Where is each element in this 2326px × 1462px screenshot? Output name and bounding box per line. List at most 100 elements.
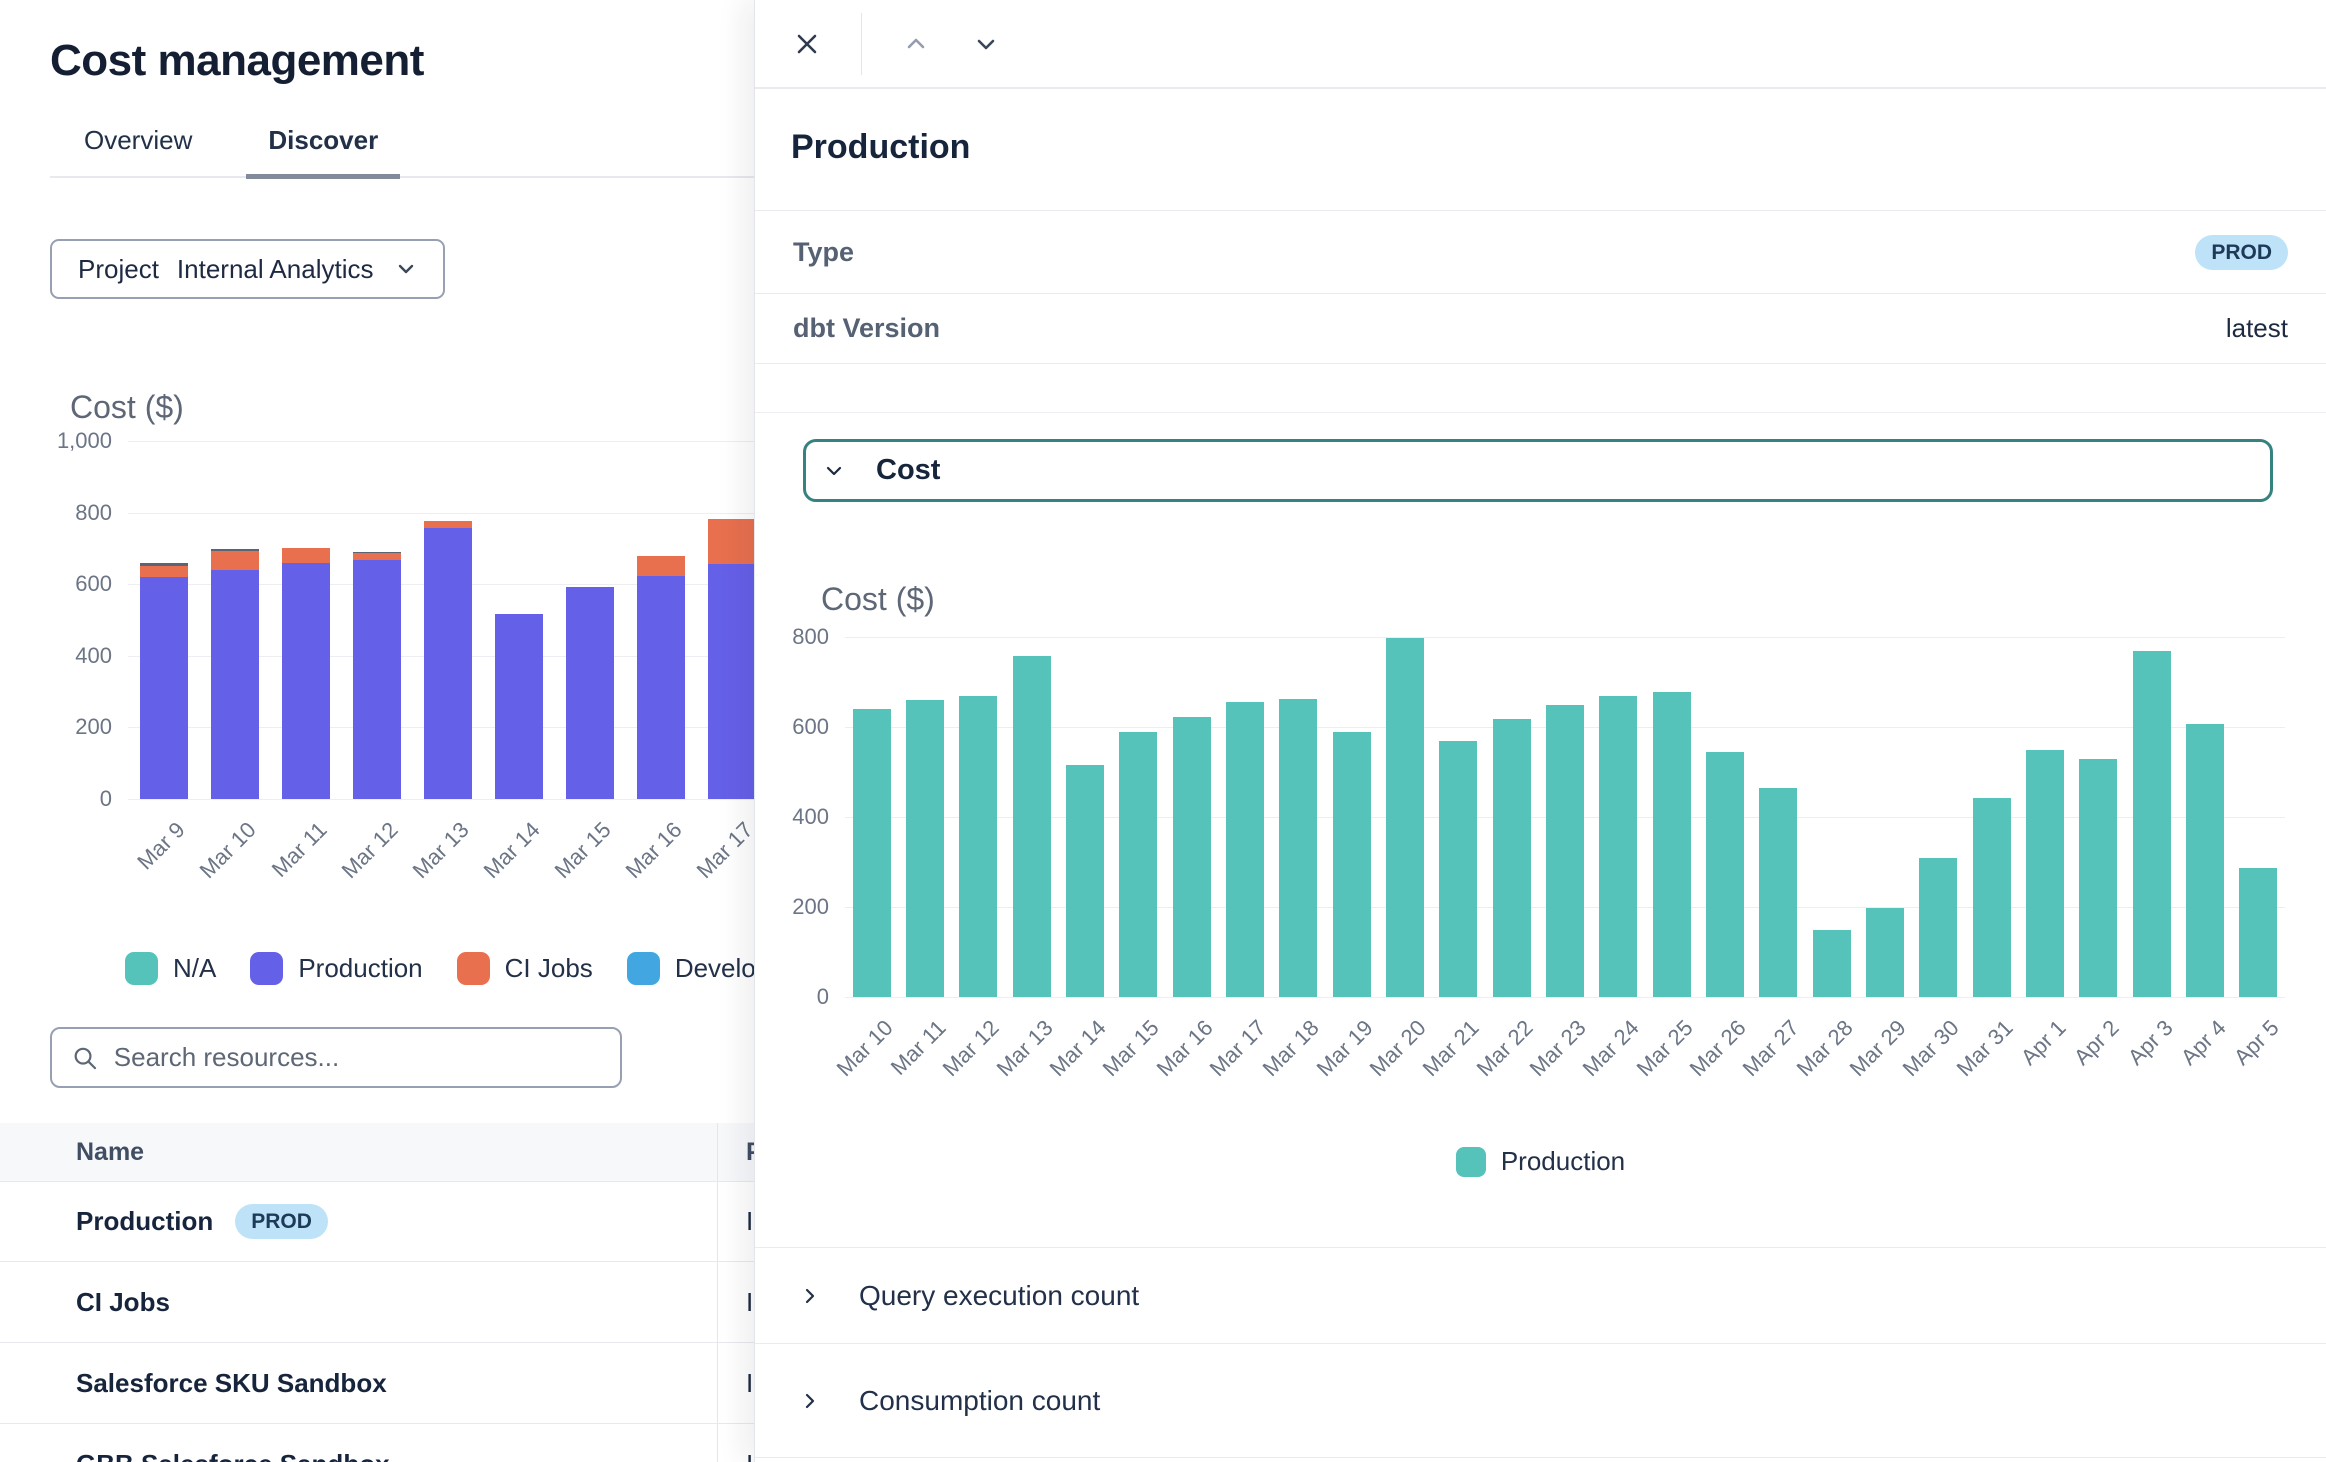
field-label: dbt Version: [793, 313, 940, 344]
cost-management-page: Cost management Overview Discover Projec…: [0, 0, 2326, 1462]
bar-ci-jobs-mar-11[interactable]: [282, 548, 330, 563]
bar-production-mar-28[interactable]: [1813, 930, 1851, 997]
gridline: [845, 637, 2285, 638]
bar-production-mar-12[interactable]: [959, 696, 997, 997]
section-query-execution-count[interactable]: Query execution count: [755, 1248, 2326, 1344]
bar-production-apr-3[interactable]: [2133, 651, 2171, 997]
bar-production-mar-20[interactable]: [1386, 638, 1424, 997]
bar-production-mar-25[interactable]: [1653, 692, 1691, 997]
bar-production-mar-12[interactable]: [353, 560, 401, 799]
bar-production-mar-29[interactable]: [1866, 908, 1904, 997]
y-axis-tick-label: 200: [759, 894, 829, 920]
bar-production-mar-23[interactable]: [1546, 705, 1584, 998]
legend-label: Production: [298, 953, 422, 984]
y-axis-tick-label: 400: [759, 804, 829, 830]
close-icon: [791, 28, 823, 60]
section-consumption-count[interactable]: Consumption count: [755, 1344, 2326, 1458]
bar-production-mar-11[interactable]: [906, 700, 944, 997]
tab-bar: Overview Discover: [50, 128, 756, 178]
bar-production-mar-16[interactable]: [637, 576, 685, 799]
chevron-down-icon: [395, 258, 417, 280]
legend-swatch: [1456, 1147, 1486, 1177]
bar-production-mar-15[interactable]: [566, 587, 614, 799]
bar-production-apr-1[interactable]: [2026, 750, 2064, 997]
section-label: Consumption count: [859, 1385, 1100, 1417]
next-item-button[interactable]: [964, 22, 1008, 66]
y-axis-tick-label: 600: [759, 714, 829, 740]
bar-production-mar-10[interactable]: [211, 570, 259, 799]
bar-production-mar-27[interactable]: [1759, 788, 1797, 997]
y-axis-tick-label: 800: [12, 500, 112, 526]
bar-production-apr-4[interactable]: [2186, 724, 2224, 997]
bar-production-mar-15[interactable]: [1119, 732, 1157, 998]
bar-production-mar-16[interactable]: [1173, 717, 1211, 997]
y-axis-tick-label: 800: [759, 624, 829, 650]
bar-production-mar-31[interactable]: [1973, 798, 2011, 997]
bar-production-mar-14[interactable]: [495, 614, 543, 799]
y-axis-tick-label: 0: [759, 984, 829, 1010]
bar-production-mar-22[interactable]: [1493, 719, 1531, 997]
bar-ci-jobs-mar-13[interactable]: [424, 521, 472, 528]
bar-ci-jobs-mar-9[interactable]: [140, 566, 188, 577]
bar-ci-jobs-mar-17[interactable]: [708, 519, 756, 564]
bar-production-apr-2[interactable]: [2079, 759, 2117, 997]
bar-production-mar-9[interactable]: [140, 577, 188, 799]
bar-production-mar-17[interactable]: [708, 564, 756, 799]
section-label-cost: Cost: [876, 454, 940, 487]
bar-production-mar-21[interactable]: [1439, 741, 1477, 998]
tab-overview[interactable]: Overview: [76, 125, 200, 176]
legend-item-production: Production: [250, 952, 422, 985]
bar-production-mar-26[interactable]: [1706, 752, 1744, 997]
bar-production-mar-30[interactable]: [1919, 858, 1957, 997]
column-header-name[interactable]: Name: [0, 1138, 717, 1167]
search-input[interactable]: [114, 1042, 600, 1073]
resource-name-cell: GBB Salesforce Sandbox: [0, 1449, 717, 1462]
project-filter-dropdown[interactable]: Project Internal Analytics: [50, 239, 445, 299]
field-row-type: Type PROD: [755, 211, 2326, 294]
bar-n-a-mar-12[interactable]: [353, 552, 401, 553]
bar-production-mar-24[interactable]: [1599, 696, 1637, 998]
previous-item-button[interactable]: [894, 22, 938, 66]
y-axis-tick-label: 600: [12, 571, 112, 597]
bar-production-mar-14[interactable]: [1066, 765, 1104, 997]
bar-production-mar-17[interactable]: [1226, 702, 1264, 997]
panel-title: Production: [791, 128, 970, 167]
bar-ci-jobs-mar-12[interactable]: [353, 553, 401, 559]
type-badge: PROD: [2195, 235, 2288, 270]
gridline: [128, 799, 838, 800]
bar-production-mar-10[interactable]: [853, 709, 891, 997]
bar-production-mar-11[interactable]: [282, 563, 330, 799]
collapsed-sections: Query execution count Consumption count: [755, 1247, 2326, 1458]
bar-production-apr-5[interactable]: [2239, 868, 2277, 997]
resource-name: CI Jobs: [76, 1287, 170, 1318]
bar-production-mar-18[interactable]: [1279, 699, 1317, 997]
bar-production-mar-19[interactable]: [1333, 732, 1371, 997]
legend-item-n-a: N/A: [125, 952, 216, 985]
bar-ci-jobs-mar-10[interactable]: [211, 551, 259, 570]
resource-name: GBB Salesforce Sandbox: [76, 1449, 390, 1462]
prod-badge: PROD: [235, 1204, 328, 1239]
bar-production-mar-13[interactable]: [1013, 656, 1051, 997]
production-chart-legend: Production: [755, 1146, 2326, 1177]
legend-label: CI Jobs: [505, 953, 593, 984]
close-panel-button[interactable]: [783, 20, 831, 68]
section-cost-expanded[interactable]: Cost: [803, 439, 2273, 502]
y-axis-tick-label: 1,000: [12, 428, 112, 454]
chart-title: Cost ($): [821, 581, 935, 618]
bar-n-a-mar-9[interactable]: [140, 563, 188, 566]
panel-toolbar: [755, 0, 2326, 89]
legend-item-ci-jobs: CI Jobs: [457, 952, 593, 985]
field-label: Type: [793, 237, 854, 268]
resource-name-cell: Salesforce SKU Sandbox: [0, 1368, 717, 1399]
tab-discover[interactable]: Discover: [260, 125, 386, 176]
legend-label: N/A: [173, 953, 216, 984]
legend-swatch: [125, 952, 158, 985]
chevron-up-icon: [902, 30, 930, 58]
bar-n-a-mar-10[interactable]: [211, 549, 259, 551]
resource-name: Salesforce SKU Sandbox: [76, 1368, 387, 1399]
toolbar-divider: [861, 13, 862, 75]
chevron-down-icon: [822, 459, 846, 483]
legend-label: Production: [1501, 1146, 1625, 1177]
bar-production-mar-13[interactable]: [424, 528, 472, 799]
bar-ci-jobs-mar-16[interactable]: [637, 556, 685, 576]
